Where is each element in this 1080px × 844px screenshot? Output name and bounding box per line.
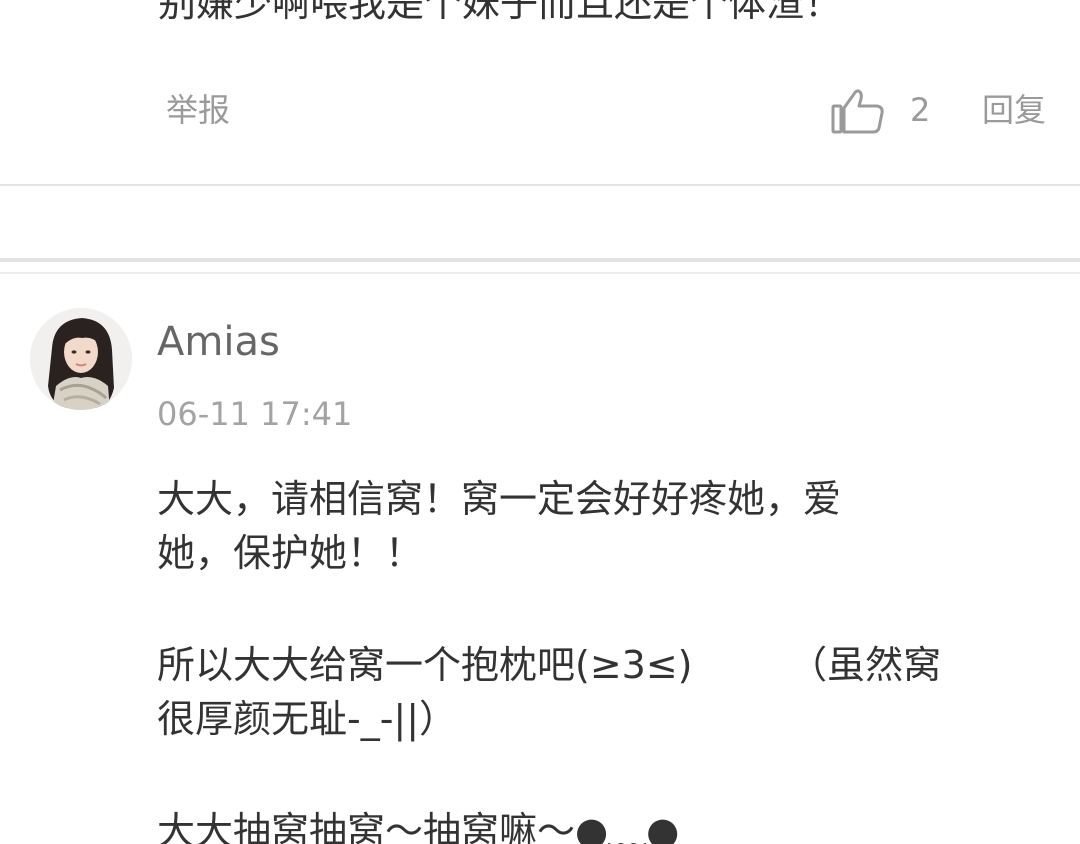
like-count: 2 — [910, 91, 931, 129]
previous-comment-text: 别嫌少啊喂我是个妹子而且还是个体渣！ — [158, 0, 843, 25]
avatar[interactable] — [30, 308, 132, 410]
previous-comment: 别嫌少啊喂我是个妹子而且还是个体渣！ 举报 2 回复 — [0, 0, 1080, 186]
comment-paragraph: 大大抽窝抽窝～抽窝嘛～●﹏● — [157, 809, 680, 844]
thumbs-up-icon — [831, 89, 884, 134]
comment-feed: 别嫌少啊喂我是个妹子而且还是个体渣！ 举报 2 回复 Amias 06-11 1… — [0, 0, 1080, 844]
comment-paragraph: 所以大大给窝一个抱枕吧(≥3≤) （虽然窝 很厚颜无耻-_-||） — [157, 643, 942, 741]
comment-paragraph: 大大，请相信窝！窝一定会好好疼她，爱 她，保护她！！ — [157, 477, 842, 575]
like-button[interactable]: 2 — [830, 84, 940, 136]
reply-link[interactable]: 回复 — [982, 90, 1046, 130]
user-avatar-icon — [30, 308, 132, 410]
comment-username[interactable]: Amias — [157, 318, 280, 366]
section-divider — [0, 258, 1080, 262]
divider — [0, 272, 1080, 274]
comment-body: 大大，请相信窝！窝一定会好好疼她，爱 她，保护她！！ 所以大大给窝一个抱枕吧(≥… — [157, 472, 1037, 844]
section-gap — [0, 186, 1080, 260]
comment-item: Amias 06-11 17:41 大大，请相信窝！窝一定会好好疼她，爱 她，保… — [0, 276, 1080, 844]
comment-timestamp: 06-11 17:41 — [157, 395, 353, 433]
report-link[interactable]: 举报 — [166, 90, 230, 130]
